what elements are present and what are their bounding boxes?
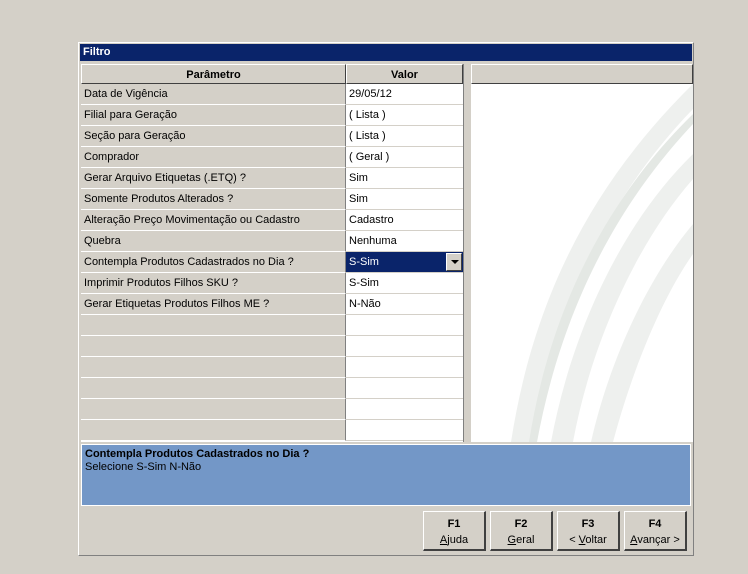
- table-row[interactable]: Contempla Produtos Cadastrados no Dia ? S…: [81, 252, 463, 273]
- table-row[interactable]: Data de Vigência 29/05/12: [81, 84, 463, 105]
- param-cell[interactable]: Data de Vigência: [81, 84, 346, 105]
- table-row[interactable]: Filial para Geração( Lista ): [81, 105, 463, 126]
- table-row[interactable]: Seção para Geração( Lista ): [81, 126, 463, 147]
- table-row[interactable]: Comprador( Geral ): [81, 147, 463, 168]
- param-cell[interactable]: [81, 399, 346, 420]
- value-cell[interactable]: [346, 315, 463, 336]
- value-text: Sim: [349, 193, 368, 205]
- button-label: Ajuda: [439, 534, 469, 546]
- value-text: Nenhuma: [349, 235, 397, 247]
- table-row[interactable]: Imprimir Produtos Filhos SKU ? S-Sim: [81, 273, 463, 294]
- value-cell[interactable]: [346, 399, 463, 420]
- param-cell[interactable]: Imprimir Produtos Filhos SKU ?: [81, 273, 346, 294]
- param-cell[interactable]: Quebra: [81, 231, 346, 252]
- help-text: Selecione S-Sim N-Não: [85, 461, 202, 473]
- param-cell[interactable]: Comprador: [81, 147, 346, 168]
- button-key: F2: [514, 518, 528, 530]
- param-cell[interactable]: Gerar Etiquetas Produtos Filhos ME ?: [81, 294, 346, 315]
- f1-button[interactable]: F1 Ajuda: [423, 511, 486, 551]
- button-key: F4: [648, 518, 662, 530]
- table-row[interactable]: Somente Produtos Alterados ? Sim: [81, 189, 463, 210]
- help-panel: Contempla Produtos Cadastrados no Dia ? …: [81, 444, 691, 506]
- preview-panel: [471, 64, 693, 442]
- param-cell[interactable]: [81, 315, 346, 336]
- param-cell[interactable]: [81, 420, 346, 441]
- button-label: Avançar >: [630, 534, 680, 546]
- value-text: ( Geral ): [349, 151, 390, 163]
- column-header-parametro[interactable]: Parâmetro: [81, 64, 346, 84]
- parameter-grid: Parâmetro Valor Data de Vigência 29/05/12…: [81, 64, 464, 442]
- table-row[interactable]: [81, 399, 463, 420]
- table-row[interactable]: [81, 336, 463, 357]
- button-label: Geral: [507, 534, 535, 546]
- table-row[interactable]: Gerar Arquivo Etiquetas (.ETQ) ? Sim: [81, 168, 463, 189]
- f2-button[interactable]: F2 Geral: [490, 511, 553, 551]
- param-cell[interactable]: Somente Produtos Alterados ?: [81, 189, 346, 210]
- button-label: < Voltar: [569, 534, 607, 546]
- value-cell[interactable]: ( Geral ): [346, 147, 463, 168]
- f4-button[interactable]: F4 Avançar >: [624, 511, 687, 551]
- table-row[interactable]: [81, 378, 463, 399]
- value-text: ( Lista ): [349, 109, 386, 121]
- table-row[interactable]: Alteração Preço Movimentação ou Cadastro…: [81, 210, 463, 231]
- table-row[interactable]: [81, 315, 463, 336]
- watermark-logo-icon: [511, 84, 693, 442]
- column-header-valor[interactable]: Valor: [346, 64, 463, 84]
- param-cell[interactable]: Filial para Geração: [81, 105, 346, 126]
- param-cell[interactable]: Contempla Produtos Cadastrados no Dia ?: [81, 252, 346, 273]
- param-cell[interactable]: [81, 336, 346, 357]
- param-cell[interactable]: Gerar Arquivo Etiquetas (.ETQ) ?: [81, 168, 346, 189]
- param-cell[interactable]: [81, 357, 346, 378]
- help-title: Contempla Produtos Cadastrados no Dia ?: [85, 448, 310, 460]
- value-text: S-Sim: [349, 277, 379, 289]
- table-row[interactable]: [81, 420, 463, 441]
- value-text: Sim: [349, 172, 368, 184]
- param-cell[interactable]: Seção para Geração: [81, 126, 346, 147]
- value-text: Cadastro: [349, 214, 394, 226]
- f3-button[interactable]: F3 < Voltar: [557, 511, 620, 551]
- value-cell[interactable]: Sim: [346, 189, 463, 210]
- button-key: F1: [447, 518, 461, 530]
- value-cell[interactable]: Cadastro: [346, 210, 463, 231]
- preview-panel-header: [471, 64, 693, 84]
- value-cell[interactable]: [346, 420, 463, 441]
- value-text: N-Não: [349, 298, 381, 310]
- filter-window: Filtro Parâmetro Valor Data de Vigência 2…: [78, 42, 694, 556]
- value-cell[interactable]: N-Não: [346, 294, 463, 315]
- window-title: Filtro: [80, 44, 692, 61]
- value-cell[interactable]: ( Lista ): [346, 105, 463, 126]
- value-cell[interactable]: Sim: [346, 168, 463, 189]
- value-cell[interactable]: [346, 336, 463, 357]
- param-cell[interactable]: [81, 378, 346, 399]
- chevron-down-icon[interactable]: [446, 253, 462, 271]
- value-text: 29/05/12: [349, 88, 392, 100]
- button-key: F3: [581, 518, 595, 530]
- value-cell[interactable]: S-Sim: [346, 273, 463, 294]
- value-cell[interactable]: [346, 378, 463, 399]
- value-cell[interactable]: [346, 357, 463, 378]
- table-row[interactable]: Gerar Etiquetas Produtos Filhos ME ? N-Nã…: [81, 294, 463, 315]
- value-text: ( Lista ): [349, 130, 386, 142]
- value-text: S-Sim: [349, 256, 379, 268]
- value-cell[interactable]: 29/05/12: [346, 84, 463, 105]
- value-cell[interactable]: Nenhuma: [346, 231, 463, 252]
- param-cell[interactable]: Alteração Preço Movimentação ou Cadastro: [81, 210, 346, 231]
- table-row[interactable]: [81, 357, 463, 378]
- value-dropdown[interactable]: S-Sim: [346, 252, 463, 273]
- value-cell[interactable]: ( Lista ): [346, 126, 463, 147]
- table-row[interactable]: Quebra Nenhuma: [81, 231, 463, 252]
